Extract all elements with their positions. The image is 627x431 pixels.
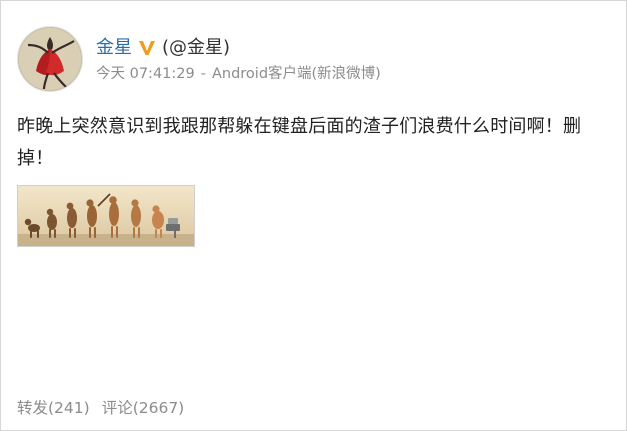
- author-name-link[interactable]: 金星: [96, 39, 132, 57]
- post-header: 金星 (@金星) 今天 07:41:29 - Android客户端(新浪微博): [17, 26, 612, 96]
- author-avatar[interactable]: [17, 26, 83, 92]
- post-source[interactable]: Android客户端(新浪微博): [212, 67, 381, 82]
- name-row: 金星 (@金星): [96, 36, 230, 60]
- author-handle: (@金星): [162, 37, 231, 58]
- post-actions: 转发(241) 评论(2667): [17, 400, 185, 417]
- post-time[interactable]: 今天 07:41:29: [96, 67, 195, 82]
- weibo-post-card: 金星 (@金星) 今天 07:41:29 - Android客户端(新浪微博) …: [0, 0, 627, 431]
- avatar-image-icon: [18, 27, 82, 91]
- meta-separator: -: [200, 66, 206, 82]
- post-image-thumbnail[interactable]: [17, 185, 195, 247]
- post-text: 昨晚上突然意识到我跟那帮躲在键盘后面的渣子们浪费什么时间啊！删掉！: [17, 116, 582, 169]
- verified-badge-icon: [138, 40, 156, 56]
- post-meta: 今天 07:41:29 - Android客户端(新浪微博): [96, 67, 381, 82]
- evolution-image-icon: [18, 186, 194, 246]
- repost-link[interactable]: 转发(241): [17, 400, 90, 417]
- comment-link[interactable]: 评论(2667): [102, 400, 185, 417]
